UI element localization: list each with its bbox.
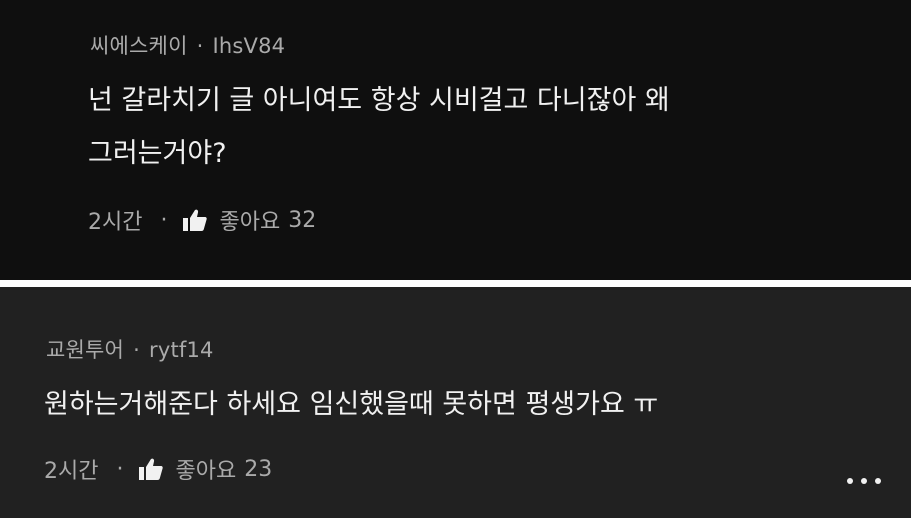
comment-header: 교원투어 · rytf14: [46, 334, 214, 364]
comment-text-line: 넌 갈라치기 글 아니여도 항상 시비걸고 다니잖아 왜: [88, 85, 670, 116]
comment-author[interactable]: 씨에스케이: [90, 34, 188, 58]
comment-author[interactable]: 교원투어: [46, 338, 124, 362]
separator-dot: ·: [160, 207, 168, 233]
like-label: 좋아요: [219, 210, 281, 235]
more-options-button[interactable]: [847, 473, 881, 489]
thumbs-up-icon[interactable]: [139, 458, 164, 480]
separator-dot: ·: [196, 34, 204, 58]
comment-meta: 2시간 · 좋아요 32: [88, 204, 316, 236]
comment-card: 씨에스케이 · IhsV84 넌 갈라치기 글 아니여도 항상 시비걸고 다니잖아 …: [0, 0, 911, 280]
comment-text-line: 그러는거야?: [88, 138, 227, 169]
separator-dot: ·: [133, 338, 140, 362]
like-label: 좋아요: [175, 459, 237, 484]
thumbs-up-icon[interactable]: [183, 209, 208, 231]
comment-time: 2시간: [44, 459, 99, 484]
comment-card: 교원투어 · rytf14 원하는거해준다 하세요 임신했을때 못하면 평생가요 ㅠ…: [0, 287, 911, 518]
comment-handle[interactable]: rytf14: [149, 338, 214, 362]
comment-header: 씨에스케이 · IhsV84: [90, 30, 285, 60]
separator-dot: ·: [116, 456, 124, 482]
comment-text: 넌 갈라치기 글 아니여도 항상 시비걸고 다니잖아 왜 그러는거야?: [88, 74, 670, 180]
comment-text-line: 원하는거해준다 하세요 임신했을때 못하면 평생가요 ㅠ: [44, 389, 659, 420]
like-count: 32: [288, 207, 317, 233]
like-count: 23: [244, 456, 273, 482]
comment-meta: 2시간 · 좋아요 23: [44, 453, 272, 485]
more-horizontal-icon: [875, 478, 881, 484]
more-horizontal-icon: [847, 478, 853, 484]
more-horizontal-icon: [861, 478, 867, 484]
comment-time: 2시간: [88, 210, 143, 235]
comment-handle[interactable]: IhsV84: [213, 34, 286, 58]
comment-text: 원하는거해준다 하세요 임신했을때 못하면 평생가요 ㅠ: [44, 378, 658, 431]
